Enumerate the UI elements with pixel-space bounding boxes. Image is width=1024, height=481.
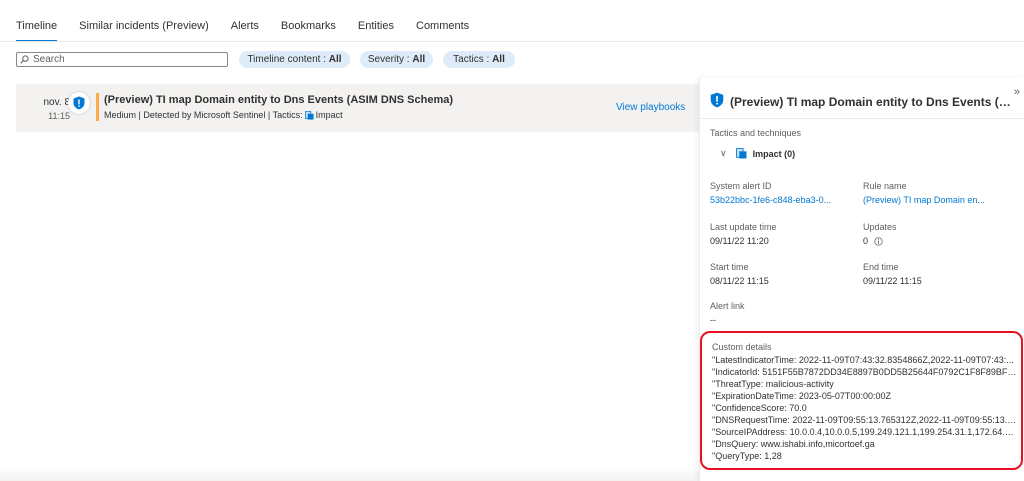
tactics-filter-label: Tactics : (453, 54, 493, 65)
timeline-date: nov. 8 (43, 97, 71, 108)
alert-details-panel: » (Preview) TI map Domain entity to Dns … (699, 78, 1024, 481)
custom-detail-line: "QueryType: 1,28 (712, 451, 782, 461)
impact-icon (735, 148, 747, 159)
updates-row: 0 (863, 236, 883, 246)
custom-detail-line: "ThreatType: malicious-activity (712, 379, 834, 389)
tactic-impact-row[interactable]: ∨ Impact (0) (720, 148, 795, 159)
timeline-content-filter[interactable]: Timeline content : All (239, 51, 350, 68)
severity-filter-value: All (412, 54, 426, 65)
alert-tactic: Impact (315, 110, 343, 120)
custom-detail-line: "DnsQuery: www.ishabi.info,micortoef.ga (712, 439, 875, 449)
severity-indicator (96, 93, 99, 121)
tab-divider (0, 41, 1024, 42)
tab-bookmarks[interactable]: Bookmarks (281, 14, 336, 38)
chevron-down-icon: ∨ (720, 148, 727, 158)
timeline-alert-item[interactable]: nov. 8 11:15 (Preview) TI map Domain ent… (16, 84, 699, 132)
alert-meta: Medium | Detected by Microsoft Sentinel … (104, 110, 303, 120)
alert-title[interactable]: (Preview) TI map Domain entity to Dns Ev… (104, 94, 453, 106)
search-input[interactable]: Search (16, 52, 228, 67)
shield-icon (68, 92, 90, 114)
timeline-content-filter-value: All (328, 54, 342, 65)
severity-filter[interactable]: Severity : All (360, 51, 433, 68)
tab-timeline[interactable]: Timeline (16, 14, 58, 42)
severity-filter-label: Severity : (367, 54, 413, 65)
search-icon (20, 55, 29, 64)
search-placeholder: Search (33, 54, 65, 65)
last-update-label: Last update time (710, 222, 777, 232)
updates-label: Updates (863, 222, 897, 232)
tab-alerts[interactable]: Alerts (231, 14, 259, 38)
system-alert-id-label: System alert ID (710, 181, 772, 191)
timeline-time: 11:15 (48, 111, 70, 121)
alert-link-label: Alert link (710, 301, 745, 311)
tab-bar: Timeline Similar incidents (Preview) Ale… (16, 14, 469, 42)
custom-detail-line: "SourceIPAddress: 10.0.0.4,10.0.0.5,199.… (712, 427, 1018, 437)
tab-comments[interactable]: Comments (416, 14, 469, 38)
panel-divider (700, 118, 1024, 119)
rule-name-label: Rule name (863, 181, 907, 191)
updates-value: 0 (863, 236, 869, 246)
custom-details-label: Custom details (712, 342, 772, 352)
start-time-value: 08/11/22 11:15 (710, 276, 769, 286)
custom-details-highlight: Custom details "LatestIndicatorTime: 202… (700, 331, 1023, 470)
start-time-label: Start time (710, 262, 749, 272)
alert-subtitle: Medium | Detected by Microsoft Sentinel … (104, 110, 343, 120)
shield-icon (710, 92, 724, 111)
custom-detail-line: "ConfidenceScore: 70.0 (712, 403, 807, 413)
view-playbooks-link[interactable]: View playbooks (616, 102, 685, 113)
scroll-shadow (0, 466, 699, 481)
custom-detail-line: "DNSRequestTime: 2022-11-09T09:55:13.765… (712, 415, 1018, 425)
alert-link-value: -- (710, 315, 716, 325)
tactics-filter-value: All (492, 54, 505, 65)
custom-detail-line: "ExpirationDateTime: 2023-05-07T00:00:00… (712, 391, 891, 401)
custom-detail-line: "LatestIndicatorTime: 2022-11-09T07:43:3… (712, 355, 1014, 365)
info-icon[interactable] (874, 236, 883, 246)
last-update-value: 09/11/22 11:20 (710, 236, 769, 246)
impact-icon (304, 110, 314, 120)
system-alert-id-value[interactable]: 53b22bbc-1fe6-c848-eba3-0... (710, 195, 831, 205)
custom-detail-line: "IndicatorId: 5151F55B7872DD34E8897B0DD5… (712, 367, 1018, 377)
tactics-label: Tactics and techniques (710, 128, 802, 138)
end-time-value: 09/11/22 11:15 (863, 276, 922, 286)
tactic-impact-label: Impact (0) (752, 148, 796, 159)
end-time-label: End time (863, 262, 899, 272)
tactics-filter[interactable]: Tactics : All (443, 51, 515, 68)
panel-title: (Preview) TI map Domain entity to Dns Ev… (730, 95, 1015, 109)
timeline-content-filter-label: Timeline content : (247, 54, 329, 65)
rule-name-link[interactable]: (Preview) TI map Domain en... (863, 195, 985, 205)
tab-similar-incidents[interactable]: Similar incidents (Preview) (79, 14, 209, 38)
tab-entities[interactable]: Entities (358, 14, 394, 38)
